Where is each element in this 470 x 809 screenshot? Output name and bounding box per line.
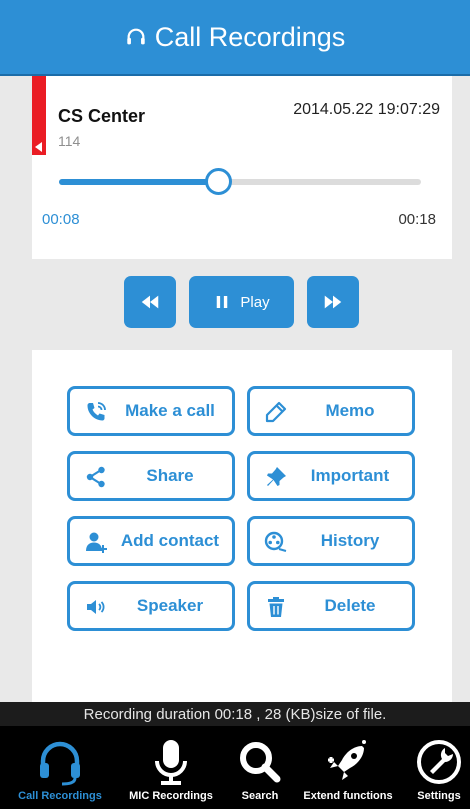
headset-icon bbox=[40, 741, 80, 786]
contact-number: 114 bbox=[58, 133, 81, 149]
fast-forward-icon bbox=[324, 295, 342, 309]
make-call-label: Make a call bbox=[125, 401, 215, 420]
tab-settings[interactable]: Settings bbox=[408, 726, 470, 809]
rocket-icon bbox=[328, 740, 366, 780]
rewind-button[interactable] bbox=[124, 276, 176, 328]
tab-mic-recordings[interactable]: MIC Recordings bbox=[115, 726, 227, 809]
contact-name: CS Center bbox=[58, 106, 146, 126]
tab-label: Call Recordings bbox=[18, 790, 102, 802]
trash-icon bbox=[268, 597, 284, 617]
rewind-icon bbox=[141, 295, 159, 309]
share-icon bbox=[86, 466, 105, 488]
page-title: Call Recordings bbox=[154, 21, 346, 52]
tab-label: Search bbox=[241, 790, 279, 802]
add-contact-icon bbox=[86, 532, 107, 553]
share-button[interactable]: Share bbox=[67, 451, 235, 501]
important-marker bbox=[32, 76, 46, 155]
history-button[interactable]: History bbox=[247, 516, 415, 566]
important-label: Important bbox=[310, 466, 390, 485]
bottom-tab-bar: Call Recordings MIC Recordings Search Ex… bbox=[0, 726, 470, 809]
important-button[interactable]: Important bbox=[247, 451, 415, 501]
memo-label: Memo bbox=[325, 401, 375, 420]
phone-icon bbox=[87, 402, 106, 421]
current-time: 00:08 bbox=[42, 211, 80, 228]
tab-call-recordings[interactable]: Call Recordings bbox=[0, 726, 120, 809]
history-icon bbox=[264, 531, 287, 552]
headset-icon bbox=[126, 28, 145, 45]
wrench-icon bbox=[417, 740, 461, 784]
play-pause-button[interactable]: Play bbox=[189, 276, 294, 328]
seek-thumb[interactable] bbox=[204, 168, 232, 195]
tab-label: MIC Recordings bbox=[129, 790, 213, 802]
fast-forward-button[interactable] bbox=[307, 276, 359, 328]
seek-bar-progress bbox=[59, 179, 219, 185]
speaker-icon bbox=[87, 600, 105, 614]
pencil-icon bbox=[265, 401, 287, 423]
total-time: 00:18 bbox=[398, 211, 436, 228]
seek-bar[interactable] bbox=[59, 179, 421, 185]
tab-extend-functions[interactable]: Extend functions bbox=[293, 726, 403, 809]
share-label: Share bbox=[146, 466, 194, 485]
actions-panel: Make a call Memo Share Important Add con… bbox=[32, 350, 452, 702]
pause-icon bbox=[217, 296, 228, 308]
pin-icon bbox=[267, 467, 286, 486]
memo-button[interactable]: Memo bbox=[247, 386, 415, 436]
recording-card: CS Center 114 2014.05.22 19:07:29 00:08 … bbox=[32, 76, 452, 259]
app-header: Call Recordings bbox=[0, 0, 470, 76]
microphone-icon bbox=[155, 740, 187, 785]
speaker-button[interactable]: Speaker bbox=[67, 581, 235, 631]
play-label: Play bbox=[240, 293, 270, 311]
add-contact-button[interactable]: Add contact bbox=[67, 516, 235, 566]
history-label: History bbox=[320, 531, 380, 550]
search-icon bbox=[240, 742, 281, 783]
file-info-status: Recording duration 00:18 , 28 (KB)size o… bbox=[0, 702, 470, 726]
speaker-label: Speaker bbox=[136, 596, 204, 615]
delete-button[interactable]: Delete bbox=[247, 581, 415, 631]
delete-label: Delete bbox=[324, 596, 376, 615]
make-call-button[interactable]: Make a call bbox=[67, 386, 235, 436]
add-contact-label: Add contact bbox=[120, 531, 220, 550]
tab-label: Settings bbox=[417, 790, 461, 802]
tab-search[interactable]: Search bbox=[227, 726, 293, 809]
recording-datetime: 2014.05.22 19:07:29 bbox=[293, 101, 440, 118]
tab-label: Extend functions bbox=[303, 790, 393, 802]
